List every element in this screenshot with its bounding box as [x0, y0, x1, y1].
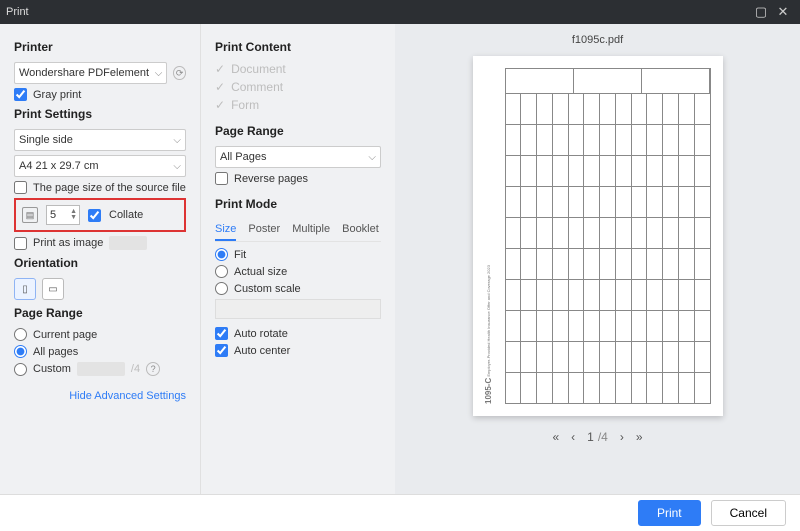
chevron-down-icon: ⌵: [173, 161, 181, 172]
printer-heading: Printer: [14, 40, 186, 54]
tab-booklet[interactable]: Booklet: [342, 219, 379, 241]
print-settings-heading: Print Settings: [14, 107, 186, 121]
copies-collate-highlight: ▤ 5 ▲▼ Collate: [14, 198, 186, 232]
first-page-button[interactable]: «: [552, 430, 559, 444]
preview-panel: f1095c.pdf 1095-C Employer-Provided Heal…: [395, 24, 800, 494]
printer-selected: Wondershare PDFelement: [19, 67, 149, 79]
custom-range-input[interactable]: [77, 362, 125, 376]
maximize-icon[interactable]: ▢: [750, 4, 772, 20]
close-icon[interactable]: ✕: [772, 4, 794, 20]
fit-radio[interactable]: [215, 248, 228, 261]
page-navigator: « ‹ 1 /4 › »: [552, 430, 642, 444]
source-size-label: The page size of the source file: [33, 182, 186, 194]
tab-multiple[interactable]: Multiple: [292, 219, 330, 241]
prev-page-button[interactable]: ‹: [571, 430, 575, 444]
orientation-heading: Orientation: [14, 256, 186, 270]
form-number: 1095-C: [485, 378, 493, 404]
help-icon[interactable]: ?: [146, 362, 160, 376]
collate-label: Collate: [109, 209, 143, 221]
cancel-button[interactable]: Cancel: [711, 500, 786, 526]
next-page-button[interactable]: ›: [620, 430, 624, 444]
title-bar: Print ▢ ✕: [0, 0, 800, 24]
chevron-down-icon: ⌵: [368, 152, 376, 163]
page-range-select[interactable]: All Pages ⌵: [215, 146, 381, 168]
check-icon: ✓: [215, 80, 225, 94]
copies-input[interactable]: 5 ▲▼: [46, 205, 80, 225]
printer-properties-icon[interactable]: ⟳: [173, 66, 186, 80]
tab-size[interactable]: Size: [215, 219, 236, 241]
sides-select[interactable]: Single side ⌵: [14, 129, 186, 151]
chevron-down-icon: ⌵: [155, 68, 163, 79]
left-panel: Printer Wondershare PDFelement ⌵ ⟳ Gray …: [0, 24, 200, 494]
check-icon: ✓: [215, 62, 225, 76]
current-page-label: Current page: [33, 329, 97, 341]
custom-scale-label: Custom scale: [234, 283, 301, 295]
current-page-number[interactable]: 1: [587, 430, 594, 444]
custom-range-label: Custom: [33, 363, 71, 375]
page-range-heading: Page Range: [14, 306, 186, 320]
tab-poster[interactable]: Poster: [248, 219, 280, 241]
current-page-radio[interactable]: [14, 328, 27, 341]
paper-size-select[interactable]: A4 21 x 29.7 cm ⌵: [14, 155, 186, 177]
orientation-landscape-button[interactable]: ▭: [42, 278, 64, 300]
reverse-pages-checkbox[interactable]: [215, 172, 228, 185]
scale-percent-input: [215, 299, 381, 319]
middle-panel: Print Content ✓Document ✓Comment ✓Form P…: [200, 24, 395, 494]
last-page-button[interactable]: »: [636, 430, 643, 444]
mode-tabs: Size Poster Multiple Booklet: [215, 219, 381, 242]
window-title: Print: [6, 6, 29, 18]
custom-scale-radio[interactable]: [215, 282, 228, 295]
actual-size-label: Actual size: [234, 266, 287, 278]
collate-checkbox[interactable]: [88, 209, 101, 222]
print-as-image-label: Print as image: [33, 237, 103, 249]
actual-size-radio[interactable]: [215, 265, 228, 278]
auto-center-checkbox[interactable]: [215, 344, 228, 357]
spinner-up-down-icon[interactable]: ▲▼: [70, 209, 77, 221]
page-preview: 1095-C Employer-Provided Health Insuranc…: [473, 56, 723, 416]
print-button[interactable]: Print: [638, 500, 701, 526]
auto-rotate-label: Auto rotate: [234, 328, 288, 340]
preview-filename: f1095c.pdf: [572, 34, 623, 46]
auto-center-label: Auto center: [234, 345, 290, 357]
chevron-down-icon: ⌵: [173, 135, 181, 146]
print-content-heading: Print Content: [215, 40, 381, 54]
print-mode-heading: Print Mode: [215, 197, 381, 211]
check-icon: ✓: [215, 98, 225, 112]
orientation-portrait-button[interactable]: ▯: [14, 278, 36, 300]
dialog-body: Printer Wondershare PDFelement ⌵ ⟳ Gray …: [0, 24, 800, 494]
gray-print-label: Gray print: [33, 89, 81, 101]
mid-page-range-heading: Page Range: [215, 124, 381, 138]
hide-advanced-link[interactable]: Hide Advanced Settings: [69, 390, 186, 402]
print-as-image-checkbox[interactable]: [14, 237, 27, 250]
custom-range-radio[interactable]: [14, 363, 27, 376]
all-pages-radio[interactable]: [14, 345, 27, 358]
fit-label: Fit: [234, 249, 246, 261]
gray-print-checkbox[interactable]: [14, 88, 27, 101]
copies-icon: ▤: [22, 207, 38, 223]
reverse-pages-label: Reverse pages: [234, 173, 308, 185]
printer-select[interactable]: Wondershare PDFelement ⌵: [14, 62, 167, 84]
form-year: 2023: [486, 265, 491, 274]
dialog-footer: Print Cancel: [0, 494, 800, 531]
print-as-image-quality[interactable]: [109, 236, 147, 250]
source-size-checkbox[interactable]: [14, 181, 27, 194]
auto-rotate-checkbox[interactable]: [215, 327, 228, 340]
form-title: Employer-Provided Health Insurance Offer…: [486, 275, 491, 377]
all-pages-label: All pages: [33, 346, 78, 358]
